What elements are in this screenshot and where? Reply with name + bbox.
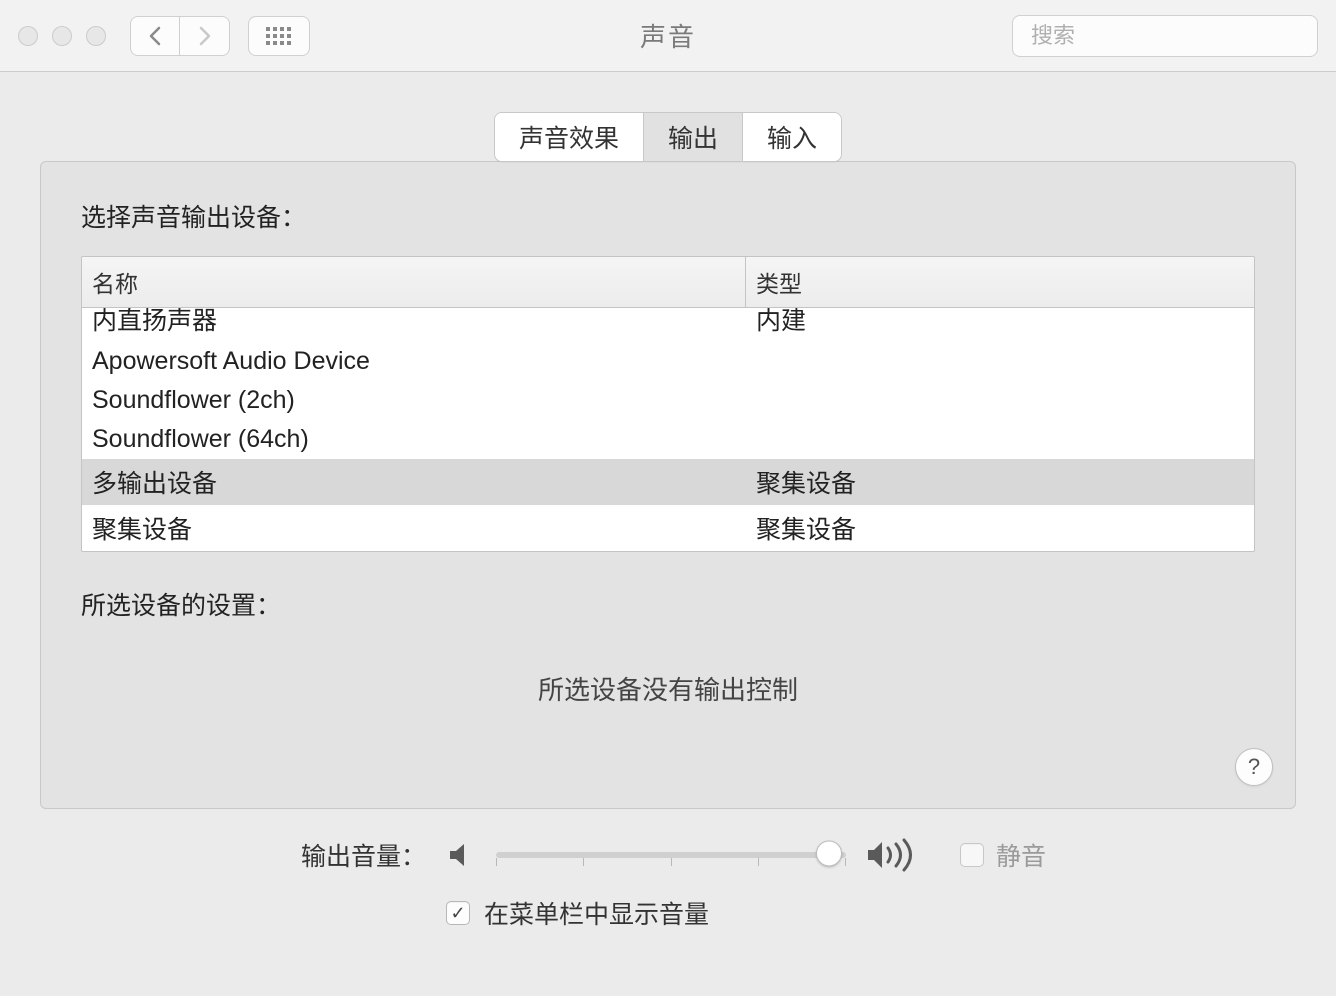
- device-type-cell: 内建: [746, 308, 1254, 342]
- column-name-header[interactable]: 名称: [82, 257, 746, 307]
- mute-label: 静音: [996, 837, 1046, 873]
- tab-0[interactable]: 声音效果: [495, 113, 644, 161]
- mute-wrap: 静音: [960, 837, 1046, 873]
- chevron-right-icon: [198, 26, 212, 46]
- device-type-cell: [746, 381, 1254, 420]
- back-button[interactable]: [130, 16, 180, 56]
- device-settings-label: 所选设备的设置：: [81, 586, 1255, 622]
- zoom-window-button[interactable]: [86, 26, 106, 46]
- output-panel: 选择声音输出设备： 名称 类型 内直扬声器内建Apowersoft Audio …: [40, 161, 1296, 809]
- bottom-controls: 输出音量：: [40, 837, 1296, 931]
- chevron-left-icon: [148, 26, 162, 46]
- table-row[interactable]: Soundflower (64ch): [82, 420, 1254, 459]
- search-input[interactable]: [1031, 23, 1319, 49]
- no-output-controls-message: 所选设备没有输出控制: [81, 670, 1255, 707]
- device-name-cell: Soundflower (2ch): [82, 381, 746, 420]
- device-type-cell: [746, 420, 1254, 459]
- device-name-cell: Soundflower (64ch): [82, 420, 746, 459]
- device-name-cell: 内直扬声器: [82, 308, 746, 342]
- device-type-cell: 聚集设备: [746, 505, 1254, 551]
- table-row[interactable]: 内直扬声器内建: [82, 308, 1254, 342]
- volume-slider[interactable]: [496, 840, 846, 870]
- table-row[interactable]: Soundflower (2ch): [82, 381, 1254, 420]
- show-in-menubar-label: 在菜单栏中显示音量: [484, 895, 709, 931]
- device-name-cell: 聚集设备: [82, 505, 746, 551]
- tab-2[interactable]: 输入: [743, 113, 841, 161]
- slider-knob[interactable]: [816, 840, 842, 866]
- device-name-cell: 多输出设备: [82, 459, 746, 505]
- sound-preferences-window: 声音 声音效果输出输入 选择声音输出设备： 名称 类型 内直扬声器内建Apowe…: [0, 0, 1336, 996]
- table-row[interactable]: 聚集设备聚集设备: [82, 505, 1254, 551]
- titlebar: 声音: [0, 0, 1336, 72]
- close-window-button[interactable]: [18, 26, 38, 46]
- table-row[interactable]: 多输出设备聚集设备: [82, 459, 1254, 505]
- forward-button[interactable]: [180, 16, 230, 56]
- help-button[interactable]: ?: [1235, 748, 1273, 786]
- show-in-menubar-checkbox[interactable]: ✓: [446, 901, 470, 925]
- select-device-label: 选择声音输出设备：: [81, 198, 1255, 234]
- speaker-high-icon: [866, 837, 922, 873]
- tab-bar: 声音效果输出输入: [0, 112, 1336, 162]
- nav-buttons: [130, 16, 230, 56]
- device-type-cell: [746, 342, 1254, 381]
- search-field-wrap[interactable]: [1012, 15, 1318, 57]
- volume-row: 输出音量：: [300, 837, 1296, 873]
- table-body: 内直扬声器内建Apowersoft Audio DeviceSoundflowe…: [82, 308, 1254, 551]
- device-table: 名称 类型 内直扬声器内建Apowersoft Audio DeviceSoun…: [81, 256, 1255, 552]
- show-all-button[interactable]: [248, 16, 310, 56]
- device-type-cell: 聚集设备: [746, 459, 1254, 505]
- help-icon: ?: [1248, 754, 1260, 780]
- minimize-window-button[interactable]: [52, 26, 72, 46]
- table-row[interactable]: Apowersoft Audio Device: [82, 342, 1254, 381]
- menubar-row: ✓ 在菜单栏中显示音量: [446, 895, 709, 931]
- slider-ticks: [496, 858, 846, 866]
- device-name-cell: Apowersoft Audio Device: [82, 342, 746, 381]
- mute-checkbox[interactable]: [960, 843, 984, 867]
- speaker-low-icon: [446, 840, 476, 870]
- window-title: 声音: [640, 17, 696, 54]
- column-type-header[interactable]: 类型: [746, 257, 1254, 307]
- grid-icon: [265, 26, 293, 46]
- table-header: 名称 类型: [82, 257, 1254, 308]
- volume-label: 输出音量：: [300, 837, 426, 873]
- content-area: 声音效果输出输入 选择声音输出设备： 名称 类型 内直扬声器内建Apowerso…: [0, 72, 1336, 996]
- window-controls: [18, 26, 106, 46]
- tab-1[interactable]: 输出: [644, 113, 743, 161]
